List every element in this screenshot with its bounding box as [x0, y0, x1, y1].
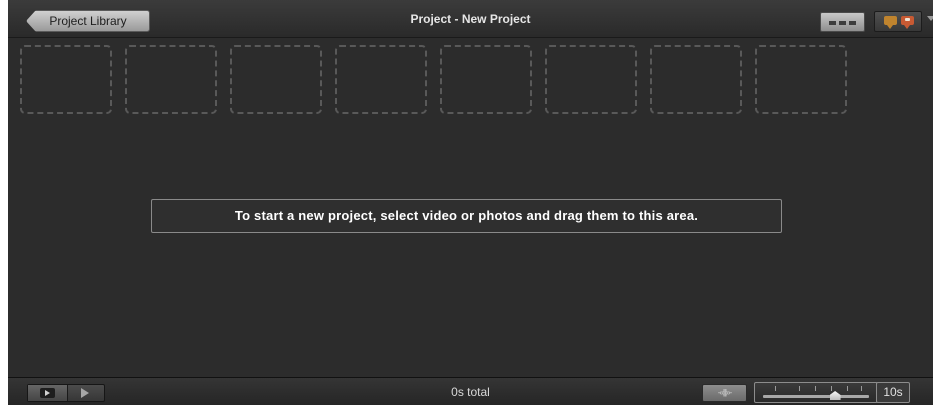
clip-placeholder: [755, 45, 847, 114]
clip-placeholder: [335, 45, 427, 114]
slider-tick: [861, 386, 862, 391]
slider-tick: [775, 386, 776, 391]
project-window: Project Library Project - New Project To…: [8, 0, 933, 405]
drop-hint: To start a new project, select video or …: [151, 199, 782, 233]
project-title-bar: Project Library Project - New Project: [8, 0, 933, 38]
comment-markers-button[interactable]: [874, 11, 922, 32]
clip-placeholder: [545, 45, 637, 114]
clip-placeholder: [230, 45, 322, 114]
slider-knob[interactable]: [829, 391, 841, 400]
clip-placeholder: [20, 45, 112, 114]
clip-placeholder: [440, 45, 532, 114]
grid-cell-icon: [839, 21, 846, 25]
grid-cell-icon: [849, 21, 856, 25]
slider-track: [763, 395, 869, 398]
audio-waveform-button[interactable]: -«|||»-: [702, 384, 747, 402]
clip-placeholder: [650, 45, 742, 114]
grid-cell-icon: [829, 21, 836, 25]
slider-tick: [847, 386, 848, 391]
slider-tick: [799, 386, 800, 391]
slider-tick: [815, 386, 816, 391]
project-status-bar: 0s total -«|||»- 10s: [8, 377, 933, 405]
chevron-down-icon[interactable]: [927, 16, 933, 21]
zoom-slider[interactable]: [754, 382, 878, 403]
thumbnail-duration-value[interactable]: 10s: [876, 382, 910, 403]
comment-bubble-icon: [884, 16, 897, 29]
comment-bubble-add-icon: [901, 16, 914, 29]
project-title: Project - New Project: [410, 12, 531, 26]
clip-placeholder: [125, 45, 217, 114]
thumbnail-grid-button[interactable]: [820, 12, 865, 32]
project-drop-area[interactable]: To start a new project, select video or …: [8, 38, 933, 377]
slider-tick: [831, 386, 832, 391]
